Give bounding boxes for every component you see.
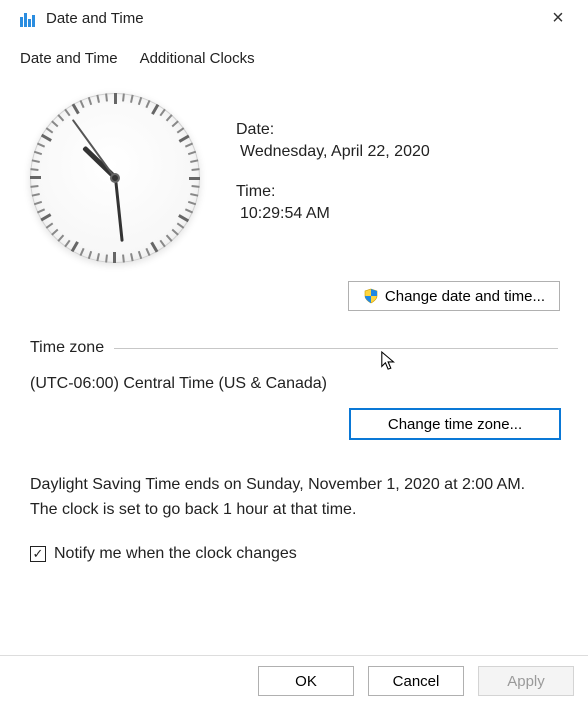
uac-shield-icon <box>363 288 379 304</box>
ok-label: OK <box>295 673 317 690</box>
change-date-time-button[interactable]: Change date and time... <box>348 281 560 311</box>
analog-clock <box>30 93 210 273</box>
divider <box>114 348 558 349</box>
apply-label: Apply <box>507 673 545 690</box>
change-time-zone-button[interactable]: Change time zone... <box>350 409 560 439</box>
titlebar: Date and Time × <box>0 0 588 34</box>
change-date-time-label: Change date and time... <box>385 288 545 305</box>
date-label: Date: <box>236 121 430 139</box>
timezone-value: (UTC-06:00) Central Time (US & Canada) <box>30 375 558 393</box>
cancel-button[interactable]: Cancel <box>368 666 464 696</box>
clock-minute-hand <box>114 178 124 242</box>
cancel-label: Cancel <box>393 673 440 690</box>
date-value: Wednesday, April 22, 2020 <box>236 143 430 161</box>
app-icon <box>20 9 38 27</box>
content-area: Date: Wednesday, April 22, 2020 Time: 10… <box>0 77 588 563</box>
dst-line2: The clock is set to go back 1 hour at th… <box>30 498 558 523</box>
timezone-section-header: Time zone <box>30 339 558 357</box>
dst-line1: Daylight Saving Time ends on Sunday, Nov… <box>30 473 558 498</box>
window-title: Date and Time <box>46 10 144 27</box>
notify-checkbox[interactable]: ✓ <box>30 546 46 562</box>
dst-info: Daylight Saving Time ends on Sunday, Nov… <box>30 473 558 523</box>
close-icon[interactable]: × <box>538 9 578 27</box>
ok-button[interactable]: OK <box>258 666 354 696</box>
clock-second-hand <box>72 119 116 178</box>
time-label: Time: <box>236 183 430 201</box>
timezone-section-label: Time zone <box>30 339 104 357</box>
clock-hub <box>110 173 120 183</box>
notify-label: Notify me when the clock changes <box>54 545 297 563</box>
dialog-footer: OK Cancel Apply <box>0 655 588 708</box>
change-time-zone-label: Change time zone... <box>388 416 522 433</box>
apply-button: Apply <box>478 666 574 696</box>
time-value: 10:29:54 AM <box>236 205 430 223</box>
tab-bar: Date and Time Additional Clocks <box>0 34 588 77</box>
tab-additional-clocks[interactable]: Additional Clocks <box>136 48 259 71</box>
tab-date-and-time[interactable]: Date and Time <box>16 48 122 71</box>
